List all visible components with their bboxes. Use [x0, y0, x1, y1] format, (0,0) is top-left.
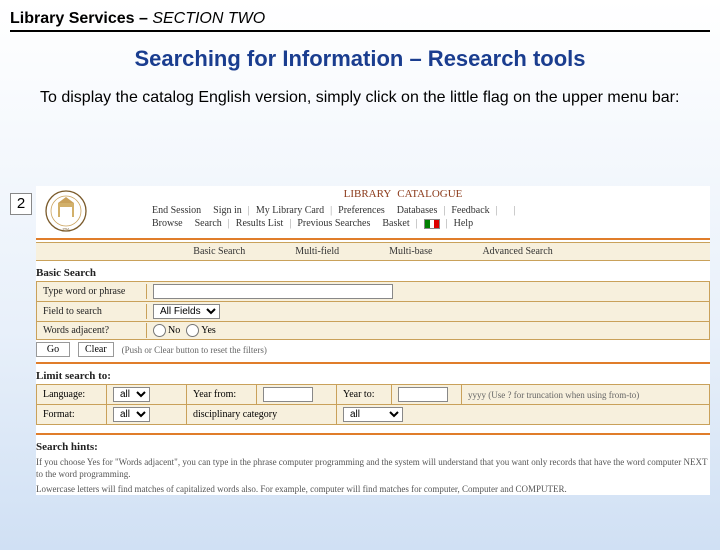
- hint-2: Lowercase letters will find matches of c…: [36, 483, 710, 495]
- limit-title: Limit search to:: [36, 370, 710, 382]
- radio-no[interactable]: [153, 324, 166, 337]
- page-title: Searching for Information – Research too…: [0, 46, 720, 72]
- library-label: LIBRARY: [344, 188, 392, 200]
- tab-multi-base[interactable]: Multi-base: [389, 246, 432, 257]
- menu-help[interactable]: Help: [448, 218, 479, 229]
- top-menu-row-2: Browse Search| Results List| Previous Se…: [96, 217, 710, 230]
- label-type-word: Type word or phrase: [37, 284, 147, 299]
- hints-title: Search hints:: [36, 441, 710, 453]
- menu-previous-searches[interactable]: Previous Searches: [291, 218, 376, 229]
- menu-end-session[interactable]: End Session: [146, 205, 207, 216]
- menu-databases[interactable]: Databases: [391, 205, 444, 216]
- limit-grid: Language: all Year from: Year to: yyyy (…: [36, 384, 710, 425]
- clear-button[interactable]: Clear: [78, 342, 114, 357]
- institution-logo: PISA: [36, 188, 96, 234]
- flag-italy-icon: [424, 219, 440, 229]
- menu-search[interactable]: Search: [189, 218, 228, 229]
- menu-my-library-card[interactable]: My Library Card: [250, 205, 330, 216]
- svg-text:PISA: PISA: [63, 227, 70, 231]
- input-search-phrase[interactable]: [153, 284, 393, 299]
- catalog-screenshot: PISA LIBRARY CATALOGUE End Session Sign …: [36, 186, 710, 495]
- page-header: Library Services – SECTION TWO: [10, 10, 710, 32]
- radio-yes[interactable]: [186, 324, 199, 337]
- label-disciplinary: disciplinary category: [187, 405, 337, 425]
- label-year-to: Year to:: [337, 385, 392, 405]
- label-year-from: Year from:: [187, 385, 257, 405]
- catalogue-label: CATALOGUE: [397, 188, 462, 200]
- header-left: Library Services –: [10, 10, 152, 27]
- divider: [36, 238, 710, 240]
- divider: [36, 433, 710, 435]
- label-format: Format:: [37, 405, 107, 425]
- radio-no-label[interactable]: No: [153, 324, 180, 337]
- input-year-from[interactable]: [263, 387, 313, 402]
- menu-preferences[interactable]: Preferences: [332, 205, 391, 216]
- label-words-adjacent: Words adjacent?: [37, 323, 147, 338]
- radio-yes-label[interactable]: Yes: [186, 324, 216, 337]
- basic-search-title: Basic Search: [36, 267, 710, 279]
- hint-1: If you choose Yes for "Words adjacent", …: [36, 456, 710, 480]
- menu-spacer: [498, 205, 514, 216]
- tab-basic-search[interactable]: Basic Search: [193, 246, 245, 257]
- header-right: SECTION TWO: [152, 10, 265, 27]
- menu-feedback[interactable]: Feedback: [445, 205, 495, 216]
- divider: [36, 362, 710, 364]
- input-year-to[interactable]: [398, 387, 448, 402]
- button-tip: (Push or Clear button to reset the filte…: [122, 345, 267, 355]
- select-language[interactable]: all: [113, 387, 150, 402]
- menu-results-list[interactable]: Results List: [230, 218, 290, 229]
- menu-sign-in[interactable]: Sign in: [207, 205, 248, 216]
- language-flag[interactable]: [418, 218, 446, 229]
- search-type-tabs: Basic Search Multi-field Multi-base Adva…: [36, 242, 710, 261]
- select-format[interactable]: all: [113, 407, 150, 422]
- menu-browse[interactable]: Browse: [146, 218, 189, 229]
- tab-multi-field[interactable]: Multi-field: [295, 246, 339, 257]
- select-field[interactable]: All Fields: [153, 304, 220, 319]
- year-tip: yyyy (Use ? for truncation when using fr…: [462, 385, 710, 405]
- top-menu-row-1: End Session Sign in| My Library Card| Pr…: [96, 204, 710, 217]
- slide-number: 2: [10, 193, 32, 215]
- label-language: Language:: [37, 385, 107, 405]
- tab-advanced-search[interactable]: Advanced Search: [482, 246, 552, 257]
- label-field-to-search: Field to search: [37, 304, 147, 319]
- select-disciplinary[interactable]: all: [343, 407, 403, 422]
- menu-basket[interactable]: Basket: [376, 218, 415, 229]
- intro-text: To display the catalog English version, …: [40, 86, 680, 110]
- go-button[interactable]: Go: [36, 342, 70, 357]
